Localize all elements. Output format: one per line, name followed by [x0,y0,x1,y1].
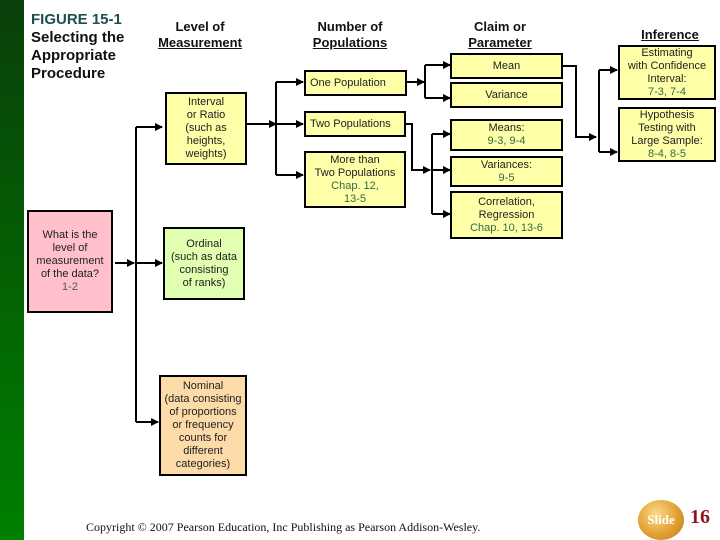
box-line: Correlation, [478,195,535,208]
box-line: or frequency [172,419,234,431]
box-line: of proportions [169,406,237,418]
box-line: heights, [186,135,226,147]
box-nominal[interactable]: Nominal (data consisting of proportions … [159,375,247,476]
box-line: level of [52,242,88,254]
connector-two-pop-out [405,123,431,174]
box-more-than-two-populations[interactable]: More than Two Populations Chap. 12, 13-5 [304,151,406,208]
box-line: categories) [175,458,231,470]
box-question-level[interactable]: What is the level of measurement of the … [27,210,113,313]
box-label: Means: [488,122,525,134]
box-ref: 9-5 [498,171,515,184]
box-line: Estimating [641,46,693,59]
box-line: Ordinal [186,237,222,250]
box-label: Mean [492,59,521,72]
box-line: Hypothesis [639,108,695,121]
box-label: One Population [310,76,386,89]
box-ref: 9-3, 9-4 [487,135,526,147]
box-line: Interval [187,96,225,108]
box-ref: Chap. 12, [331,179,379,192]
box-hypothesis-testing[interactable]: Hypothesis Testing with Large Sample: 8-… [618,107,716,162]
box-line: (such as data [170,250,238,263]
box-interval-ratio[interactable]: Interval or Ratio (such as heights, weig… [165,92,247,165]
box-line: More than [330,153,380,166]
box-line: with Confidence [627,59,707,72]
box-label: Two Populations [310,117,391,130]
box-line: of ranks) [182,276,226,289]
box-line: measurement [36,255,104,267]
box-line: Large Sample: [631,134,703,147]
box-line: (such as [185,122,227,134]
box-line: different [183,445,223,457]
box-ordinal[interactable]: Ordinal (such as data consisting of rank… [163,227,245,300]
box-line: Testing with [638,121,696,134]
box-estimating-confidence-interval[interactable]: Estimating with Confidence Interval: 7-3… [618,45,716,100]
slide-label: Slide [647,512,675,527]
box-ref: 13-5 [343,192,367,205]
slide-badge-icon: Slide [638,500,684,540]
box-ref: 8-4, 8-5 [648,147,686,160]
box-line: (data consisting [164,393,242,405]
box-ref: Chap. 10, 13-6 [470,221,543,234]
box-ref: 7-3, 7-4 [648,85,686,98]
box-line: Regression [478,208,535,221]
box-one-population[interactable]: One Population [304,70,407,96]
box-line: or Ratio [186,109,226,121]
box-line: consisting [179,263,229,276]
box-mean[interactable]: Mean [450,53,563,79]
box-label: Variance [485,88,528,101]
box-label: Variances: [480,158,533,171]
box-line: of the data? [40,268,100,280]
connector-mean-out [562,65,597,141]
box-line: What is the [42,229,98,241]
box-correlation-regression[interactable]: Correlation, Regression Chap. 10, 13-6 [450,191,563,239]
copyright-notice: Copyright © 2007 Pearson Education, Inc … [86,520,481,534]
box-line: Two Populations [314,166,396,179]
box-means[interactable]: Means: 9-3, 9-4 [450,119,563,151]
box-two-populations[interactable]: Two Populations [304,111,406,137]
box-line: Interval: [647,72,687,85]
box-ref: 1-2 [62,281,78,293]
box-line: counts for [178,432,228,444]
box-variance[interactable]: Variance [450,82,563,108]
box-variances[interactable]: Variances: 9-5 [450,156,563,187]
box-line: weights) [185,148,227,160]
box-line: Nominal [182,380,224,392]
slide-number: 16 [690,506,710,528]
